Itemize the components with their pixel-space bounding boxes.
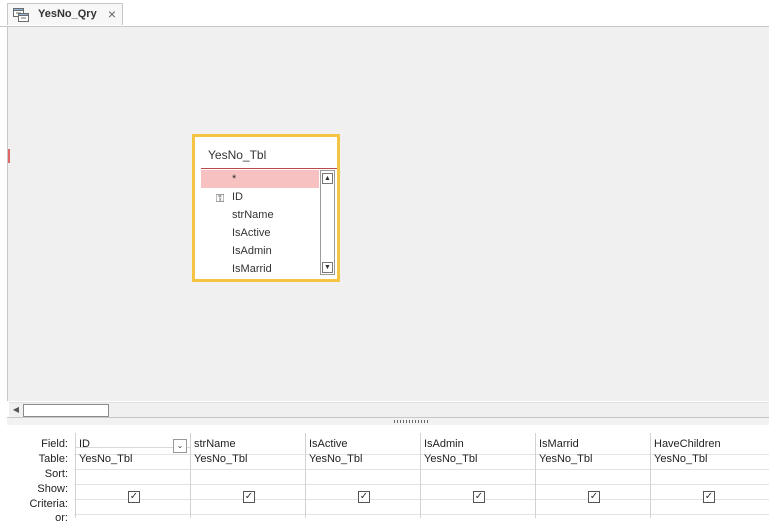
field-cell[interactable]: IsMarrid bbox=[539, 438, 579, 450]
show-checkbox[interactable]: ✓ bbox=[128, 491, 140, 503]
query-design-grid[interactable]: Field: Table: Sort: Show: Criteria: or: … bbox=[7, 425, 769, 524]
field-list-item-id[interactable]: ⚿ ID bbox=[201, 188, 319, 206]
show-checkbox[interactable]: ✓ bbox=[243, 491, 255, 503]
row-label-table: Table: bbox=[38, 453, 68, 465]
grid-column-havechildren[interactable]: HaveChildren YesNo_Tbl ✓ bbox=[650, 433, 765, 518]
field-name: * bbox=[232, 173, 237, 185]
table-cell[interactable]: YesNo_Tbl bbox=[79, 453, 132, 465]
field-name: IsMarrid bbox=[232, 263, 272, 275]
grid-column-strname[interactable]: strName YesNo_Tbl ✓ bbox=[190, 433, 305, 518]
field-list-item-strname[interactable]: strName bbox=[201, 206, 319, 224]
grid-column-isactive[interactable]: IsActive YesNo_Tbl ✓ bbox=[305, 433, 420, 518]
show-checkbox[interactable]: ✓ bbox=[358, 491, 370, 503]
field-name: IsActive bbox=[232, 227, 271, 239]
splitter-grip-icon bbox=[394, 420, 428, 423]
field-cell[interactable]: IsActive bbox=[309, 438, 348, 450]
document-tab-bar: YesNo_Qry × bbox=[0, 0, 769, 27]
field-name: ID bbox=[232, 191, 243, 203]
horizontal-scroll-thumb[interactable] bbox=[23, 404, 109, 417]
table-cell[interactable]: YesNo_Tbl bbox=[654, 453, 707, 465]
row-label-show: Show: bbox=[37, 483, 68, 495]
show-checkbox[interactable]: ✓ bbox=[588, 491, 600, 503]
scroll-left-icon[interactable]: ◀ bbox=[10, 404, 22, 416]
show-checkbox[interactable]: ✓ bbox=[473, 491, 485, 503]
query-tab[interactable]: YesNo_Qry × bbox=[7, 3, 123, 25]
row-label-field: Field: bbox=[41, 438, 68, 450]
table-cell[interactable]: YesNo_Tbl bbox=[539, 453, 592, 465]
scroll-down-icon[interactable]: ▼ bbox=[322, 262, 333, 273]
query-design-pane[interactable] bbox=[7, 27, 769, 401]
tab-title: YesNo_Qry bbox=[38, 8, 97, 20]
chevron-down-icon[interactable]: ⌄ bbox=[173, 439, 187, 453]
field-list-item-isadmin[interactable]: IsAdmin bbox=[201, 242, 319, 260]
field-list[interactable]: * ⚿ ID strName IsActive IsAdmin IsMarrid bbox=[201, 170, 319, 278]
show-checkbox[interactable]: ✓ bbox=[703, 491, 715, 503]
table-title: YesNo_Tbl bbox=[208, 148, 267, 162]
left-edge-marker bbox=[8, 149, 10, 163]
row-label-criteria: Criteria: bbox=[29, 498, 68, 510]
field-list-item-ismarrid[interactable]: IsMarrid bbox=[201, 260, 319, 278]
table-cell[interactable]: YesNo_Tbl bbox=[424, 453, 477, 465]
grid-column-isadmin[interactable]: IsAdmin YesNo_Tbl ✓ bbox=[420, 433, 535, 518]
table-title-divider bbox=[201, 168, 337, 169]
grid-column-id[interactable]: ID ⌄ YesNo_Tbl ✓ bbox=[75, 433, 191, 518]
field-name: IsAdmin bbox=[232, 245, 272, 257]
table-field-list[interactable]: YesNo_Tbl * ⚿ ID strName IsActive IsAdmi… bbox=[192, 134, 340, 282]
field-name: strName bbox=[232, 209, 274, 221]
field-cell[interactable]: strName bbox=[194, 438, 236, 450]
field-list-scrollbar[interactable]: ▲ ▼ bbox=[320, 170, 335, 275]
horizontal-scrollbar[interactable]: ◀ bbox=[9, 402, 769, 417]
row-label-or: or: bbox=[55, 512, 68, 524]
table-cell[interactable]: YesNo_Tbl bbox=[194, 453, 247, 465]
row-label-sort: Sort: bbox=[44, 468, 68, 480]
scroll-up-icon[interactable]: ▲ bbox=[322, 173, 333, 184]
field-cell[interactable]: ID bbox=[79, 438, 90, 450]
query-icon bbox=[13, 8, 29, 22]
field-cell[interactable]: IsAdmin bbox=[424, 438, 464, 450]
close-icon[interactable]: × bbox=[106, 7, 118, 21]
grid-column-ismarrid[interactable]: IsMarrid YesNo_Tbl ✓ bbox=[535, 433, 650, 518]
field-list-item-all[interactable]: * bbox=[201, 170, 319, 188]
field-list-item-isactive[interactable]: IsActive bbox=[201, 224, 319, 242]
table-cell[interactable]: YesNo_Tbl bbox=[309, 453, 362, 465]
field-cell[interactable]: HaveChildren bbox=[654, 438, 721, 450]
